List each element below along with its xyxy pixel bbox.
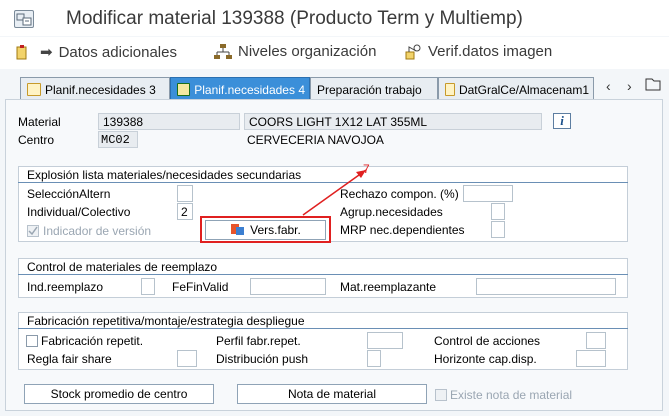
tab-label: Planif.necesidades 4 bbox=[194, 82, 305, 97]
follow-up-material-field[interactable] bbox=[476, 278, 616, 295]
tab-strip: Planif.necesidades 3 Planif.necesidades … bbox=[0, 74, 669, 100]
component-scrap-field[interactable] bbox=[463, 185, 513, 202]
material-label: Material bbox=[18, 115, 61, 129]
repetitive-mfg-checkbox-row[interactable]: Fabricación repetit. bbox=[26, 334, 143, 348]
tab-label: Preparación trabajo bbox=[317, 82, 422, 97]
follow-up-material-label: Mat.reemplazante bbox=[340, 280, 437, 294]
additional-data-label: Datos adicionales bbox=[58, 43, 177, 61]
tab-scroll-right-icon[interactable]: › bbox=[627, 78, 632, 94]
title-bar: Modificar material 139388 (Producto Term… bbox=[0, 0, 669, 36]
transaction-icon[interactable] bbox=[14, 10, 34, 28]
rem-profile-field[interactable] bbox=[367, 332, 403, 349]
mrp-dependent-label: MRP nec.dependientes bbox=[340, 223, 465, 237]
tab-status-icon bbox=[445, 83, 455, 96]
tab-mrp3[interactable]: Planif.necesidades 3 bbox=[20, 77, 170, 99]
bom-group-title: Explosión lista materiales/necesidades s… bbox=[27, 168, 302, 182]
note-exists-checkbox bbox=[435, 389, 447, 401]
plant-label: Centro bbox=[18, 133, 55, 147]
discontinuation-field[interactable] bbox=[141, 278, 155, 295]
repetitive-group-title: Fabricación repetitiva/montaje/estrategi… bbox=[27, 314, 305, 328]
tab-status-icon bbox=[27, 83, 41, 96]
repetitive-mfg-label: Fabricación repetit. bbox=[41, 334, 144, 348]
avg-plant-stock-button[interactable]: Stock promedio de centro bbox=[24, 384, 214, 404]
push-distribution-label: Distribución push bbox=[216, 352, 309, 366]
check-screen-data-label: Verif.datos imagen bbox=[428, 43, 553, 60]
material-note-button[interactable]: Nota de material bbox=[237, 384, 427, 404]
selection-method-label: SelecciónAltern bbox=[27, 187, 111, 201]
eff-out-label: FeFinValid bbox=[172, 280, 229, 294]
info-icon[interactable]: i bbox=[553, 113, 571, 129]
discontinuation-label: Ind.reemplazo bbox=[27, 280, 104, 294]
requirements-group-field[interactable] bbox=[491, 203, 505, 220]
material-field[interactable]: 139388 bbox=[98, 113, 240, 130]
tab-plant-storage1[interactable]: DatGralCe/Almacenam1 bbox=[438, 77, 594, 99]
mrp-dependent-field[interactable] bbox=[491, 221, 505, 238]
tab-list-icon[interactable] bbox=[645, 77, 661, 94]
capacity-horizon-label: Horizonte cap.disp. bbox=[434, 352, 537, 366]
application-toolbar: ➡ Datos adicionales Niveles organización… bbox=[0, 37, 669, 69]
fair-share-label: Regla fair share bbox=[27, 352, 112, 366]
push-distribution-field[interactable] bbox=[367, 350, 381, 367]
material-description-field[interactable]: COORS LIGHT 1X12 LAT 355ML bbox=[244, 113, 542, 130]
annotation-arrow-icon bbox=[302, 169, 367, 216]
repetitive-mfg-checkbox[interactable] bbox=[26, 335, 38, 347]
capacity-horizon-field[interactable] bbox=[576, 350, 606, 367]
plant-description: CERVECERIA NAVOJOA bbox=[247, 133, 384, 147]
fair-share-field[interactable] bbox=[177, 350, 197, 367]
action-control-label: Control de acciones bbox=[434, 334, 541, 348]
tab-scroll-left-icon[interactable]: ‹ bbox=[606, 78, 611, 94]
org-levels-button[interactable]: Niveles organización bbox=[214, 43, 376, 60]
tab-label: DatGralCe/Almacenam1 bbox=[458, 82, 589, 97]
tab-work-scheduling[interactable]: Preparación trabajo bbox=[310, 77, 438, 99]
org-levels-label: Niveles organización bbox=[238, 43, 377, 60]
window-title: Modificar material 139388 (Producto Term… bbox=[66, 8, 523, 29]
plant-field[interactable]: MC02 bbox=[98, 131, 138, 148]
note-exists-label: Existe nota de material bbox=[450, 388, 573, 402]
group-divider bbox=[18, 274, 628, 275]
discontinued-group-title: Control de materiales de reemplazo bbox=[27, 260, 218, 274]
additional-data-button[interactable]: ➡ Datos adicionales bbox=[16, 43, 177, 61]
right-arrow-icon: ➡ bbox=[40, 44, 53, 61]
check-data-icon bbox=[404, 44, 422, 60]
org-structure-icon bbox=[214, 43, 232, 60]
note-exists-checkbox-row: Existe nota de material bbox=[435, 388, 572, 402]
rem-profile-label: Perfil fabr.repet. bbox=[216, 334, 301, 348]
version-indicator-checkbox-row[interactable]: Indicador de versión bbox=[27, 224, 151, 238]
individual-collective-label: Individual/Colectivo bbox=[27, 205, 131, 219]
eff-out-field[interactable] bbox=[250, 278, 326, 295]
tab-checked-icon bbox=[177, 83, 191, 96]
version-indicator-label: Indicador de versión bbox=[43, 224, 152, 238]
tab-label: Planif.necesidades 3 bbox=[45, 82, 156, 97]
tab-mrp4[interactable]: Planif.necesidades 4 bbox=[170, 77, 310, 99]
group-divider bbox=[18, 328, 628, 329]
individual-collective-field[interactable]: 2 bbox=[177, 203, 193, 220]
version-indicator-checkbox[interactable] bbox=[27, 225, 39, 237]
clipboard-icon bbox=[16, 44, 34, 60]
action-control-field[interactable] bbox=[586, 332, 606, 349]
check-screen-data-button[interactable]: Verif.datos imagen bbox=[404, 43, 552, 60]
annotation-highlight-box bbox=[200, 216, 331, 243]
selection-method-field[interactable] bbox=[177, 185, 193, 202]
